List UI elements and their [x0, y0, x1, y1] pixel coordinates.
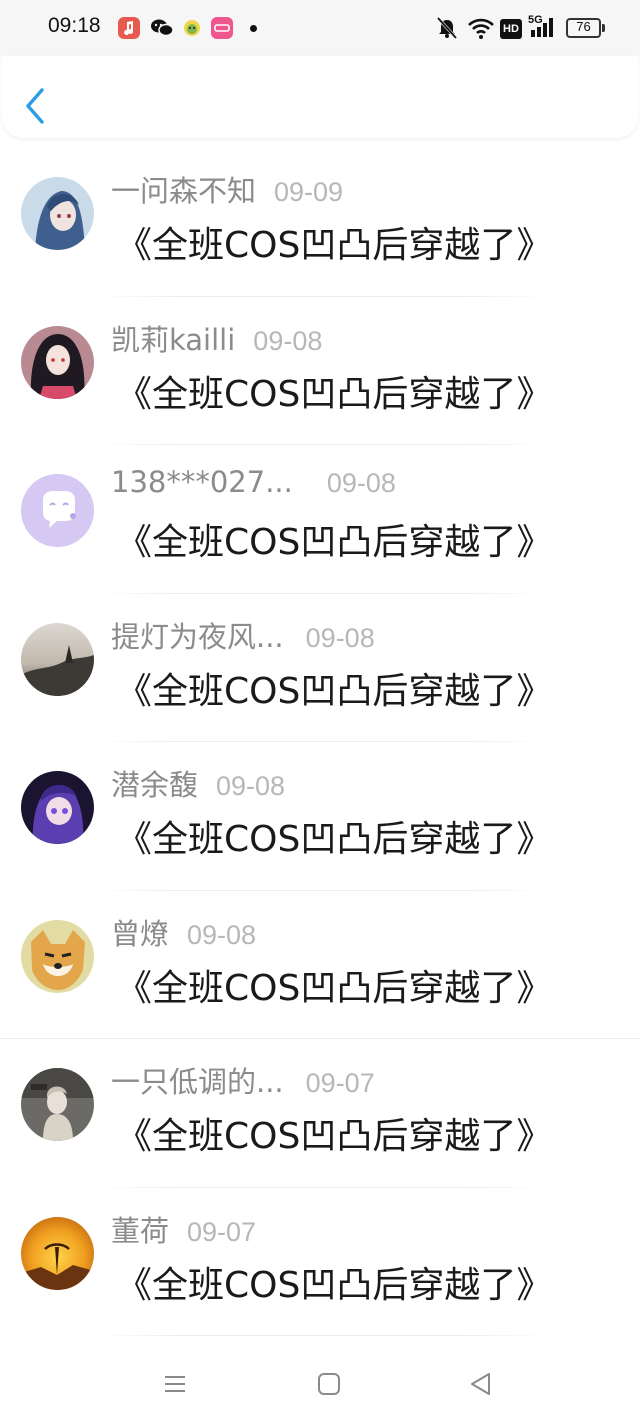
back-triangle-icon	[471, 1373, 490, 1395]
chevron-left-icon	[26, 88, 44, 124]
post-date: 09-09	[274, 177, 344, 207]
post-date: 09-08	[216, 771, 286, 801]
post-title[interactable]: 《全班COS凹凸后穿越了》	[116, 513, 552, 565]
avatar[interactable]	[21, 622, 94, 696]
item-meta: 一问森不知 09-09	[111, 168, 343, 208]
item-meta: 潜余馥 09-08	[111, 762, 285, 802]
post-title[interactable]: 《全班COS凹凸后穿越了》	[116, 1107, 552, 1159]
header	[2, 56, 638, 138]
item-meta: 一只低调的... 09-07	[111, 1059, 375, 1099]
list-item[interactable]: 138***027... 09-08 《全班COS凹凸后穿越了》	[0, 445, 640, 594]
post-date: 09-07	[187, 1216, 257, 1247]
item-meta: 提灯为夜风... 09-08	[111, 614, 375, 654]
avatar[interactable]	[21, 177, 94, 250]
hd-icon: HD	[500, 19, 522, 39]
menu-icon	[165, 1376, 185, 1392]
avatar[interactable]	[21, 325, 94, 399]
post-date: 09-07	[305, 1068, 375, 1098]
screen: 09:18 HD 5G 76 一问森不知 09-09 《全班COS凹凸后穿越了》…	[0, 0, 640, 1422]
status-bar: 09:18 HD 5G 76	[0, 0, 640, 58]
username[interactable]: 潜余馥	[111, 762, 198, 804]
username[interactable]: 曾燎	[111, 911, 169, 953]
list-item[interactable]: 曾燎 09-08 《全班COS凹凸后穿越了》	[0, 891, 640, 1039]
item-meta: 曾燎 09-08	[111, 911, 256, 951]
home-square-icon	[318, 1373, 340, 1395]
bell-muted-icon	[436, 14, 458, 44]
5g-signal-icon: 5G	[528, 14, 558, 44]
status-time: 09:18	[48, 14, 101, 37]
post-date: 09-08	[187, 919, 257, 950]
post-title[interactable]: 《全班COS凹凸后穿越了》	[116, 662, 552, 714]
username[interactable]: 董荷	[111, 1208, 169, 1250]
avatar[interactable]	[21, 919, 94, 993]
post-title[interactable]: 《全班COS凹凸后穿越了》	[116, 216, 552, 268]
username[interactable]: 提灯为夜风...	[111, 614, 284, 656]
divider	[92, 1335, 552, 1336]
post-title[interactable]: 《全班COS凹凸后穿越了》	[116, 959, 552, 1011]
item-meta: 凯莉kailli 09-08	[111, 317, 322, 357]
username[interactable]: 一问森不知	[111, 168, 256, 210]
child-avatar-app-icon	[181, 17, 203, 39]
wechat-icon	[150, 17, 174, 39]
item-meta: 董荷 09-07	[111, 1208, 256, 1248]
list-item[interactable]: 提灯为夜风... 09-08 《全班COS凹凸后穿越了》	[0, 594, 640, 742]
battery-icon: 76	[566, 18, 606, 40]
menu-button[interactable]	[162, 1371, 192, 1401]
list-item[interactable]: 凯莉kailli 09-08 《全班COS凹凸后穿越了》	[0, 297, 640, 445]
avatar[interactable]	[21, 1216, 94, 1290]
list-item[interactable]: 董荷 09-07 《全班COS凹凸后穿越了》	[0, 1188, 640, 1336]
wifi-icon	[467, 14, 495, 44]
post-date: 09-08	[326, 468, 396, 498]
post-list: 一问森不知 09-09 《全班COS凹凸后穿越了》 凯莉kailli 09-08 《…	[0, 148, 640, 1336]
battery-level: 76	[576, 19, 591, 34]
home-button[interactable]	[316, 1371, 346, 1401]
avatar[interactable]	[21, 1068, 94, 1141]
post-date: 09-08	[305, 622, 375, 653]
username[interactable]: 一只低调的...	[111, 1059, 284, 1101]
post-date: 09-08	[253, 325, 323, 356]
post-title[interactable]: 《全班COS凹凸后穿越了》	[116, 1256, 552, 1308]
list-item[interactable]: 一只低调的... 09-07 《全班COS凹凸后穿越了》	[0, 1039, 640, 1188]
navigation-bar	[0, 1345, 640, 1422]
music-app-icon	[118, 17, 140, 39]
username[interactable]: 138***027...	[111, 465, 293, 499]
list-item[interactable]: 一问森不知 09-09 《全班COS凹凸后穿越了》	[0, 148, 640, 297]
back-button[interactable]	[20, 86, 50, 126]
username[interactable]: 凯莉kailli	[111, 317, 235, 359]
lofter-app-icon	[211, 17, 233, 39]
notification-dot	[250, 25, 257, 32]
post-title[interactable]: 《全班COS凹凸后穿越了》	[116, 810, 552, 862]
item-meta: 138***027... 09-08	[111, 465, 396, 501]
post-title[interactable]: 《全班COS凹凸后穿越了》	[116, 365, 552, 417]
back-nav-button[interactable]	[468, 1371, 498, 1401]
avatar[interactable]	[21, 474, 94, 547]
list-item[interactable]: 潜余馥 09-08 《全班COS凹凸后穿越了》	[0, 742, 640, 891]
avatar[interactable]	[21, 771, 94, 844]
